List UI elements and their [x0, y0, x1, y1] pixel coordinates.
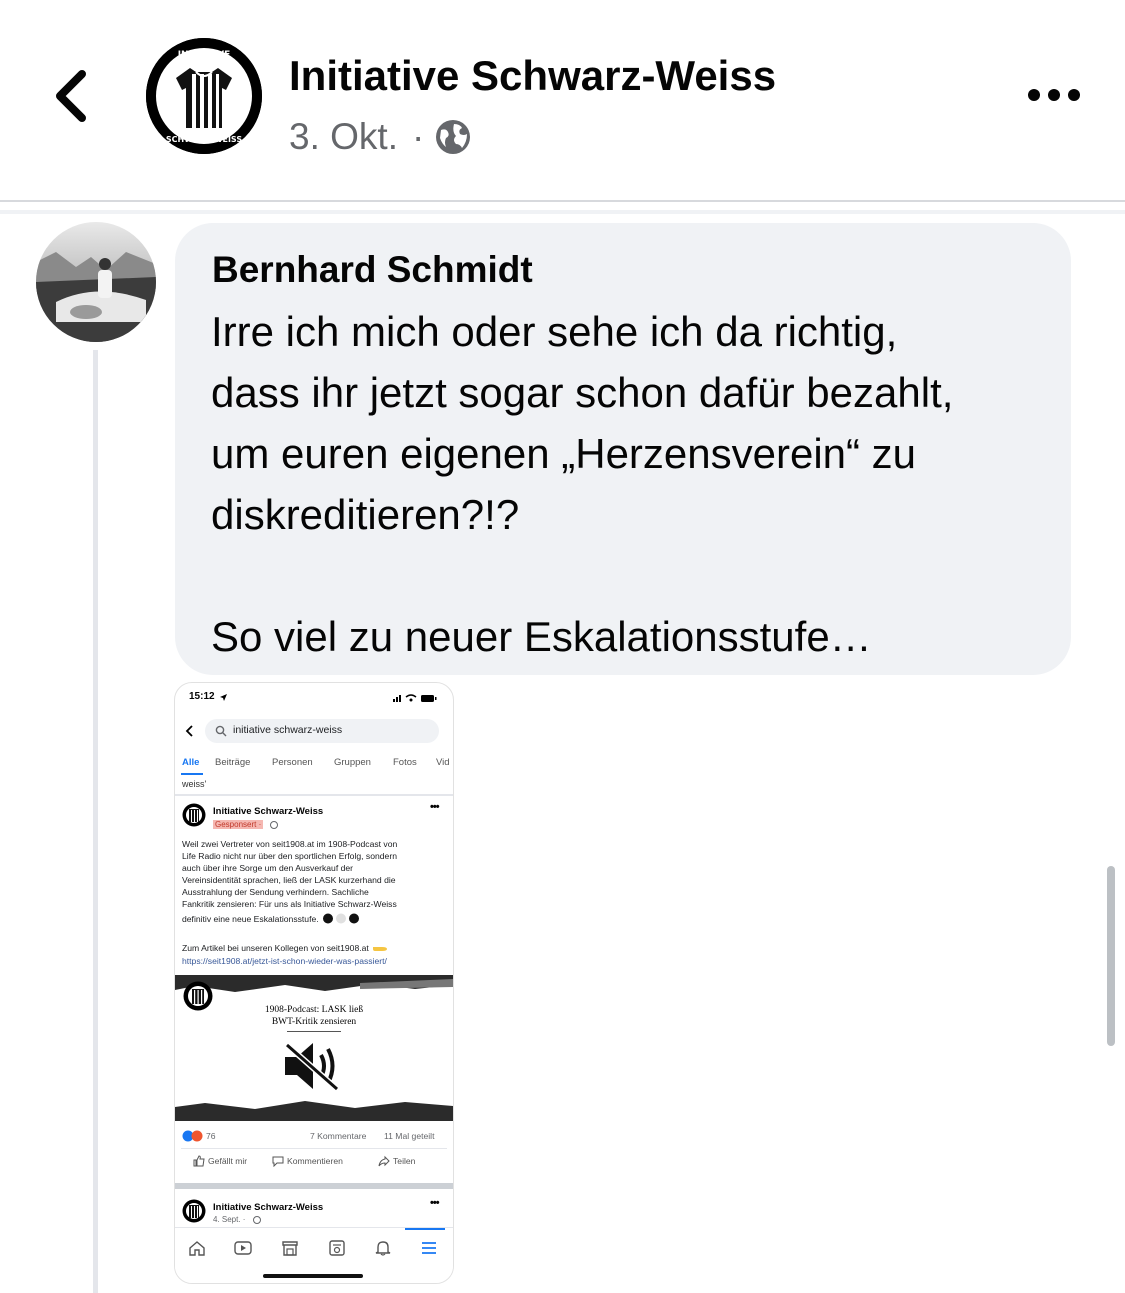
- search-back-icon[interactable]: [185, 725, 195, 737]
- thumbs-up-icon: [193, 1155, 205, 1167]
- post-text-line-5: Ausstrahlung der Sendung verhindern. Sac…: [182, 887, 369, 897]
- post-meta: 3. Okt. ·: [289, 116, 472, 158]
- tab-fotos[interactable]: Fotos: [393, 757, 417, 768]
- post-text-line-7: definitiv eine neue Eskalationsstufe.: [182, 913, 319, 924]
- next-post-globe-icon: [253, 1216, 261, 1224]
- scrollbar[interactable]: [1107, 866, 1115, 1046]
- page-name[interactable]: Initiative Schwarz-Weiss: [289, 52, 776, 100]
- post-text-line-1: Weil zwei Vertreter von seit1908.at im 1…: [182, 839, 398, 849]
- link-preview-image[interactable]: 1908-Podcast: LASK ließ BWT-Kritik zensi…: [175, 975, 453, 1121]
- shares-count[interactable]: 11 Mal geteilt: [384, 1131, 434, 1141]
- comments-count[interactable]: 7 Kommentare: [310, 1131, 366, 1141]
- share-label: Teilen: [393, 1156, 416, 1166]
- next-post-page-name[interactable]: Initiative Schwarz-Weiss: [213, 1202, 323, 1213]
- tab-videos[interactable]: Vid: [436, 757, 450, 768]
- pointing-hand-icon: [372, 947, 387, 951]
- preview-underline: [287, 1031, 341, 1032]
- next-post-more-icon[interactable]: •••: [430, 1197, 440, 1209]
- comment-bubble-icon: [272, 1156, 284, 1167]
- tab-active-indicator: [181, 773, 203, 775]
- post-header: INITIATIVE SCHWARZ-WEISS Initiative Schw…: [0, 0, 1125, 200]
- section-divider: [0, 210, 1125, 214]
- thread-line: [93, 350, 98, 1293]
- bell-icon[interactable]: [374, 1240, 392, 1256]
- next-post-date: 4. Sept. ·: [213, 1215, 246, 1224]
- back-chevron-icon[interactable]: [48, 66, 98, 126]
- post-text-line-7-row: definitiv eine neue Eskalationsstufe.: [182, 913, 362, 924]
- news-icon[interactable]: [328, 1240, 346, 1256]
- meta-separator: ·: [411, 116, 425, 157]
- post-text-line-6: Fankritik zensieren: Für uns als Initiat…: [182, 899, 397, 909]
- search-query: initiative schwarz-weiss: [233, 724, 343, 736]
- weiss-label: weiss': [182, 779, 207, 789]
- comment-label: Kommentieren: [287, 1156, 343, 1166]
- status-icons: [393, 694, 437, 702]
- post-more-icon[interactable]: •••: [430, 801, 440, 813]
- reactions-divider: [181, 1148, 447, 1149]
- black-white-circles-icon: [322, 913, 359, 924]
- comment-image-attachment[interactable]: 15:12 initiative schwarz-weiss Alle Beit…: [174, 682, 454, 1284]
- comment-author[interactable]: Bernhard Schmidt: [212, 249, 533, 291]
- header-divider: [0, 200, 1125, 202]
- tab-alle[interactable]: Alle: [182, 757, 199, 768]
- share-arrow-icon: [378, 1155, 390, 1167]
- search-icon: [215, 725, 227, 737]
- search-tabs: Alle Beiträge Personen Gruppen Fotos Vid: [175, 753, 453, 775]
- article-line-row: Zum Artikel bei unseren Kollegen von sei…: [182, 943, 388, 953]
- bottom-nav: [175, 1227, 453, 1283]
- home-icon[interactable]: [188, 1240, 206, 1256]
- status-time: 15:12: [189, 691, 215, 702]
- post-page-logo[interactable]: [182, 803, 206, 827]
- muted-speaker-icon: [285, 1042, 339, 1092]
- sponsored-badge: Gesponsert ·: [213, 820, 264, 829]
- article-url[interactable]: https://seit1908.at/jetzt-ist-schon-wied…: [182, 956, 387, 966]
- post-text-line-3: auch über ihre Sorge um den Ausverkauf d…: [182, 863, 354, 873]
- post-text-line-2: Life Radio nicht nur über den sportliche…: [182, 851, 397, 861]
- location-arrow-icon: [220, 694, 227, 701]
- logo-text-top: INITIATIVE: [178, 50, 231, 60]
- search-field[interactable]: initiative schwarz-weiss: [205, 719, 439, 743]
- video-icon[interactable]: [234, 1240, 252, 1256]
- tab-gruppen[interactable]: Gruppen: [334, 757, 371, 768]
- like-button[interactable]: Gefällt mir: [193, 1155, 247, 1167]
- like-label: Gefällt mir: [208, 1156, 248, 1166]
- menu-icon[interactable]: [420, 1240, 438, 1256]
- preview-title-2: BWT-Kritik zensieren: [271, 1017, 357, 1027]
- logo-text-bottom: SCHWARZ-WEISS: [166, 135, 242, 144]
- marketplace-icon[interactable]: [281, 1240, 299, 1256]
- article-line: Zum Artikel bei unseren Kollegen von sei…: [182, 943, 369, 953]
- comment-button[interactable]: Kommentieren: [272, 1155, 343, 1167]
- reaction-icons: [182, 1130, 203, 1142]
- share-button[interactable]: Teilen: [378, 1155, 415, 1167]
- post-date[interactable]: 3. Okt.: [289, 116, 398, 158]
- commenter-avatar[interactable]: [36, 222, 156, 342]
- more-options-icon[interactable]: [1024, 80, 1084, 110]
- posts-separator: [175, 1183, 453, 1189]
- next-post-page-logo[interactable]: [182, 1199, 206, 1223]
- home-indicator: [263, 1274, 363, 1278]
- reactions-count[interactable]: 76: [206, 1131, 216, 1141]
- post-globe-icon: [270, 821, 278, 829]
- tab-personen[interactable]: Personen: [272, 757, 313, 768]
- bottom-nav-active-indicator: [405, 1228, 445, 1230]
- preview-title-1: 1908-Podcast: LASK ließ: [264, 1005, 364, 1015]
- comment-bubble[interactable]: Bernhard Schmidt Irre ich mich oder sehe…: [175, 223, 1071, 675]
- post-page-name[interactable]: Initiative Schwarz-Weiss: [213, 806, 323, 817]
- page-logo[interactable]: INITIATIVE SCHWARZ-WEISS: [146, 38, 262, 154]
- tab-beitraege[interactable]: Beiträge: [215, 757, 250, 768]
- tabs-divider: [175, 794, 453, 796]
- globe-icon: [436, 120, 471, 154]
- post-text-line-4: Vereinsidentität sprachen, ließ der LASK…: [182, 875, 396, 885]
- comment-text: Irre ich mich oder sehe ich da richtig, …: [211, 308, 954, 660]
